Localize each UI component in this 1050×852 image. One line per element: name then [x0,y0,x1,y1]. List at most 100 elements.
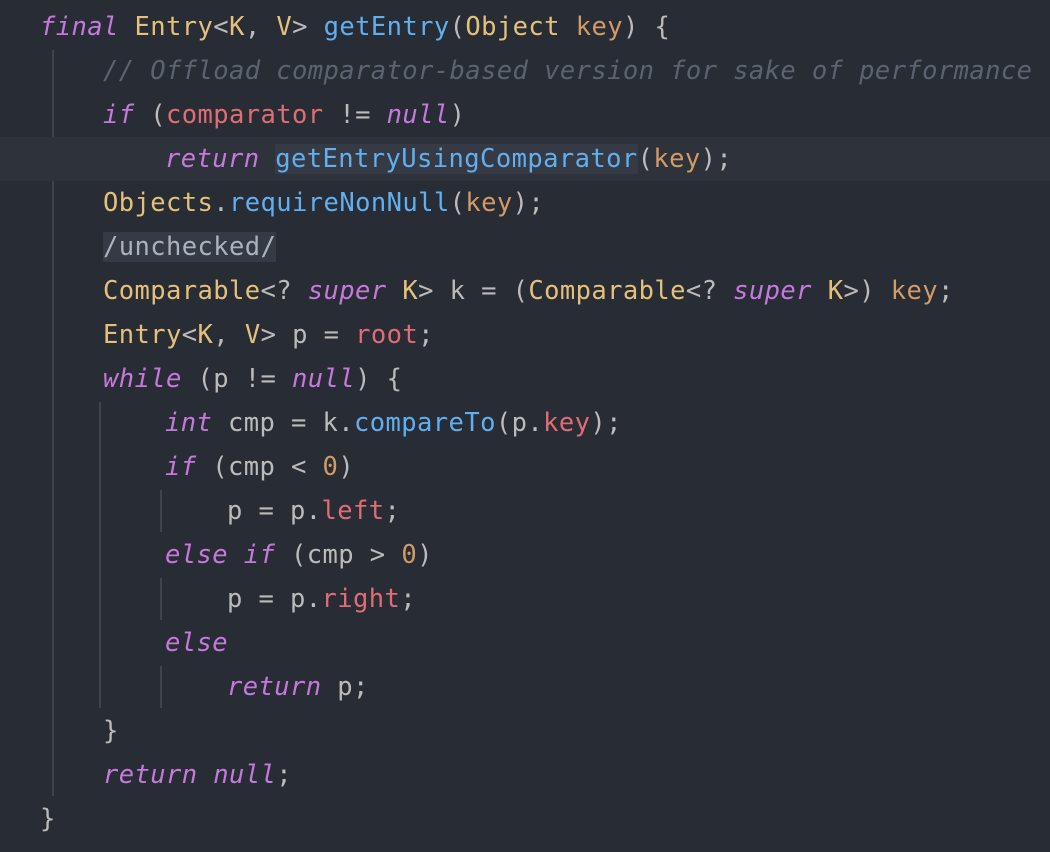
code-token: (cmp > [275,540,402,570]
code-text: return p; [227,665,369,709]
code-line[interactable]: Entry<K, V> p = root; [0,313,1050,357]
code-text: if (cmp < 0) [165,445,354,489]
code-token: ( [449,12,466,42]
code-token: (cmp < [196,452,323,482]
code-token: > k = ( [418,276,529,306]
code-line[interactable]: while (p != null) { [0,357,1050,401]
code-token: <? [685,276,734,306]
code-text: else if (cmp > 0) [165,533,433,577]
code-text: Objects.requireNonNull(key); [103,181,544,225]
code-token: super [733,276,812,306]
code-text: Comparable<? super K> k = (Comparable<? … [103,269,954,313]
code-line[interactable]: return getEntryUsingComparator(key); [0,137,1050,181]
code-token: int [165,408,213,438]
code-token: Object [465,12,560,42]
code-line[interactable]: return p; [0,665,1050,709]
code-token: (p. [495,408,544,438]
code-token: if [103,100,135,130]
code-token: p; [321,672,369,702]
code-token: (p != [181,364,293,394]
code-token: else if [165,540,276,570]
code-token: if [165,452,197,482]
code-line[interactable]: return null; [0,753,1050,797]
code-text: p = p.left; [227,489,400,533]
code-token: return [227,672,322,702]
code-token: Entry [134,12,214,42]
code-text: } [103,709,119,753]
code-token: K [229,12,245,42]
code-token: right [321,584,401,614]
code-token: key [543,408,591,438]
code-line[interactable]: if (comparator != null) [0,93,1050,137]
code-line[interactable]: Objects.requireNonNull(key); [0,181,1050,225]
code-token: null [292,364,356,394]
code-token: } [103,716,119,746]
code-token: V [244,320,261,350]
code-token: , [213,320,245,350]
code-text: int cmp = k.compareTo(p.key); [165,401,622,445]
code-token: Objects [103,188,214,218]
code-token: ; [276,760,293,790]
code-line[interactable]: /unchecked/ [0,225,1050,269]
code-token: != [323,100,387,130]
code-editor[interactable]: final Entry<K, V> getEntry(Object key) {… [0,0,1050,852]
code-token: > p = [260,320,356,350]
code-token: < [213,12,230,42]
code-token: K [827,276,844,306]
code-token: ); [512,188,545,218]
code-token: < [181,320,198,350]
code-line[interactable]: if (cmp < 0) [0,445,1050,489]
code-token: key [575,12,623,42]
code-line[interactable]: } [0,709,1050,753]
code-text: else [165,621,228,665]
code-token: ) { [622,12,671,42]
code-token: final [40,12,119,42]
code-token: root [355,320,419,350]
code-text: // Offload comparator-based version for … [103,49,1032,93]
code-line[interactable]: p = p.left; [0,489,1050,533]
code-token: getEntry [323,12,450,42]
code-token: . [213,188,230,218]
code-token: null [386,100,450,130]
code-token: /unchecked/ [103,232,277,262]
code-text: if (comparator != null) [103,93,465,137]
code-token: comparator [166,100,324,130]
code-token: ; [938,276,954,306]
code-token: } [40,804,56,834]
code-token: ); [700,144,733,174]
code-text: p = p.right; [227,577,416,621]
code-token: p = p. [227,584,322,614]
code-token: requireNonNull [229,188,450,218]
code-token: ( [134,100,167,130]
code-token: getEntryUsingComparator [275,144,638,174]
code-text: return null; [103,753,292,797]
code-token: left [321,496,385,526]
code-token: ) { [355,364,403,394]
code-text: Entry<K, V> p = root; [103,313,434,357]
code-line[interactable]: p = p.right; [0,577,1050,621]
code-line[interactable]: final Entry<K, V> getEntry(Object key) { [0,5,1050,49]
code-token: ) [338,452,355,482]
code-text: final Entry<K, V> getEntry(Object key) { [40,5,670,49]
code-line[interactable]: } [0,797,1050,841]
code-line[interactable]: Comparable<? super K> k = (Comparable<? … [0,269,1050,313]
code-line[interactable]: // Offload comparator-based version for … [0,49,1050,93]
code-text: /unchecked/ [103,225,277,269]
code-line[interactable]: else if (cmp > 0) [0,533,1050,577]
code-token: return [165,144,260,174]
code-token: 0 [322,452,339,482]
code-token: K [197,320,214,350]
code-token: key [465,188,513,218]
code-token: key [890,276,938,306]
code-line[interactable]: int cmp = k.compareTo(p.key); [0,401,1050,445]
code-token: key [653,144,701,174]
code-token: ; [400,584,417,614]
code-token: Comparable [528,276,686,306]
code-token: // Offload comparator-based version for … [103,56,1033,86]
code-line[interactable]: else [0,621,1050,665]
code-token: compareTo [354,408,496,438]
